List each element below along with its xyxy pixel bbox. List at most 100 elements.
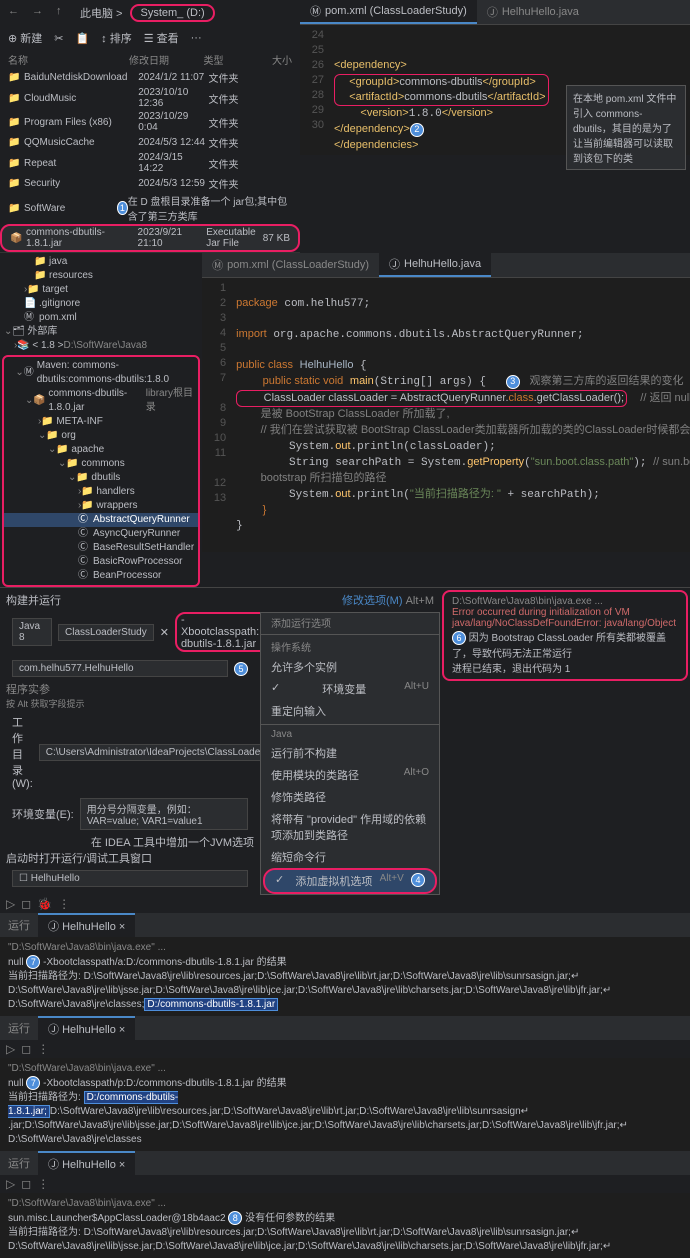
breadcrumb-drive[interactable]: System_ (D:) <box>130 4 214 22</box>
more-icon[interactable]: ⋮ <box>58 897 70 911</box>
workdir-input[interactable]: C:\Users\Administrator\IdeaProjects\Clas… <box>39 744 296 761</box>
menu-item[interactable]: 将带有 "provided" 作用域的依赖项添加到类路径 <box>261 808 439 846</box>
sort-button[interactable]: ↕ 排序 <box>101 30 132 46</box>
run-icon[interactable]: ▷ <box>6 1177 15 1191</box>
java-tabs: Ⓜ pom.xml (ClassLoaderStudy) Ⓙ HelhuHell… <box>202 253 690 278</box>
console-output-2[interactable]: "D:\SoftWare\Java8\bin\java.exe" ... nul… <box>0 1058 690 1151</box>
file-row[interactable]: 📁BaiduNetdiskDownload2024/1/2 11:07文件夹 <box>0 69 300 86</box>
file-row[interactable]: 📦commons-dbutils-1.8.1.jar2023/9/21 21:1… <box>0 224 300 252</box>
annotation-7a: 7 <box>26 955 40 969</box>
forward-icon[interactable]: → <box>32 5 48 21</box>
tree-node[interactable]: ⌄📁apache <box>4 443 198 457</box>
copy-button[interactable]: 📋 <box>75 30 89 46</box>
file-row[interactable]: 📁CloudMusic2023/10/10 12:36文件夹 <box>0 86 300 110</box>
options-context-menu: 添加运行选项 操作系统 允许多个实例环境变量Alt+U重定向输入 Java 运行… <box>260 612 440 895</box>
run-tab-bar-3: 运行 Ⓙ HelhuHello × <box>0 1151 690 1175</box>
stop-icon[interactable]: ◻ <box>21 1042 31 1056</box>
cut-button[interactable]: ✂ <box>54 30 63 46</box>
tree-node[interactable]: ›📁wrappers <box>4 499 198 513</box>
tab-pom-xml[interactable]: Ⓜ pom.xml (ClassLoaderStudy) <box>300 0 477 24</box>
main-class-input[interactable]: com.helhu577.HelhuHello <box>12 660 228 677</box>
env-label: 环境变量(E): <box>12 806 74 822</box>
module-select[interactable]: ClassLoaderStudy <box>58 624 154 641</box>
run-icon[interactable]: ▷ <box>6 1042 15 1056</box>
env-input[interactable]: 用分号分隔变量，例如：VAR=value; VAR1=value1 <box>80 798 248 830</box>
tree-node[interactable]: 📁resources <box>0 269 202 283</box>
tree-node[interactable]: ›📁target <box>0 283 202 297</box>
new-button[interactable]: ⊕ 新建 <box>8 30 42 46</box>
run-tab-bar-1: 运行 Ⓙ HelhuHello × <box>0 913 690 937</box>
back-icon[interactable]: ← <box>8 5 24 21</box>
idea-note: 在 IDEA 工具中增加一个JVM选项 <box>6 834 254 850</box>
more-button[interactable]: ··· <box>191 30 202 46</box>
tab-pom-xml-2[interactable]: Ⓜ pom.xml (ClassLoaderStudy) <box>202 253 379 277</box>
tree-node[interactable]: ⌄📁dbutils <box>4 471 198 485</box>
java-gutter: 12345678910111213 <box>202 278 232 552</box>
menu-item[interactable]: 环境变量Alt+U <box>261 678 439 700</box>
run-tab-2[interactable]: Ⓙ HelhuHello × <box>38 1016 135 1040</box>
file-row[interactable]: 📁SoftWare1 在 D 盘根目录准备一个 jar包;其中包含了第三方类库 <box>0 192 300 224</box>
menu-item[interactable]: 缩短命令行 <box>261 846 439 868</box>
tree-node[interactable]: ›📚< 1.8 > D:\SoftWare\Java8 <box>0 339 202 353</box>
run-tab-1[interactable]: Ⓙ HelhuHello × <box>38 913 135 937</box>
more-icon[interactable]: ⋮ <box>37 1042 49 1056</box>
up-icon[interactable]: ↑ <box>56 5 72 21</box>
tree-node[interactable]: ⌄🗂外部库 <box>0 325 202 339</box>
column-headers: 名称 修改日期 类型 大小 <box>0 50 300 69</box>
menu-item[interactable]: 添加虚拟机选项Alt+V4 <box>263 868 437 894</box>
xml-editor[interactable]: 24252627282930 <dependency> <groupId>com… <box>300 25 690 155</box>
tree-node[interactable]: ⌄📁org <box>4 429 198 443</box>
modify-options-link[interactable]: 修改选项(M) <box>342 595 403 607</box>
tree-node[interactable]: ⌄ⓂMaven: commons-dbutils:commons-dbutils… <box>4 359 198 387</box>
tab-helhuhello[interactable]: Ⓙ HelhuHello.java <box>477 0 589 24</box>
file-row[interactable]: 📁QQMusicCache2024/5/3 12:44文件夹 <box>0 134 300 151</box>
debug-icon[interactable]: 🐞 <box>37 897 52 911</box>
menu-item[interactable]: 重定向输入 <box>261 700 439 722</box>
run-tab-3[interactable]: Ⓙ HelhuHello × <box>38 1151 135 1175</box>
console-output-1[interactable]: "D:\SoftWare\Java8\bin\java.exe" ... nul… <box>0 937 690 1016</box>
menu-item[interactable]: 运行前不构建 <box>261 742 439 764</box>
tree-node[interactable]: ⌄📁commons <box>4 457 198 471</box>
menu-title: 添加运行选项 <box>261 613 439 632</box>
breadcrumb-prefix[interactable]: 此电脑 > <box>80 5 122 21</box>
stop-icon[interactable]: ◻ <box>21 897 31 911</box>
tree-node[interactable]: 📄.gitignore <box>0 297 202 311</box>
menu-item[interactable]: 修饰类路径 <box>261 786 439 808</box>
tree-node[interactable]: 📁java <box>0 255 202 269</box>
tab-helhuhello-2[interactable]: Ⓙ HelhuHello.java <box>379 253 491 277</box>
tree-node[interactable]: ⒸAbstractQueryRunner <box>4 513 198 527</box>
console-output-3[interactable]: "D:\SoftWare\Java8\bin\java.exe" ... sun… <box>0 1193 690 1258</box>
remove-button[interactable]: ✕ <box>160 626 169 639</box>
file-row[interactable]: 📁Repeat2024/3/15 14:22文件夹 <box>0 151 300 175</box>
tree-node[interactable]: Ⓜpom.xml <box>0 311 202 325</box>
xml-gutter: 24252627282930 <box>300 25 330 155</box>
menu-item[interactable]: 允许多个实例 <box>261 656 439 678</box>
java-editor[interactable]: 12345678910111213 package com.helhu577; … <box>202 278 690 552</box>
tree-node[interactable]: ›📁handlers <box>4 485 198 499</box>
file-explorer: ← → ↑ 此电脑 > System_ (D:) ⊕ 新建 ✂ 📋 ↕ 排序 ☰… <box>0 0 300 253</box>
run-config-panel: 构建并运行 Java 8 ClassLoaderStudy ✕ -Xbootcl… <box>0 588 260 895</box>
view-button[interactable]: ☰ 查看 <box>144 30 179 46</box>
open-tool-label: 启动时打开运行/调试工具窗口 <box>6 850 254 866</box>
run-icon[interactable]: ▷ <box>6 897 15 911</box>
tree-node[interactable]: ⌄📦commons-dbutils-1.8.0.jar library根目录 <box>4 387 198 415</box>
xml-tooltip: 在本地 pom.xml 文件中引入 commons-dbutils，其目的是为了… <box>566 85 686 170</box>
more-icon[interactable]: ⋮ <box>37 1177 49 1191</box>
tree-node[interactable]: ⒸBeanProcessor <box>4 569 198 583</box>
xml-tabs: Ⓜ pom.xml (ClassLoaderStudy) Ⓙ HelhuHell… <box>300 0 690 25</box>
tree-node[interactable]: ⒸBaseResultSetHandler <box>4 541 198 555</box>
tree-node[interactable]: ⒸAsyncQueryRunner <box>4 527 198 541</box>
tree-node[interactable]: ›📁META-INF <box>4 415 198 429</box>
tree-node[interactable]: ⒸBasicRowProcessor <box>4 555 198 569</box>
run-tab-input[interactable]: ☐ HelhuHello <box>12 870 248 887</box>
java-select[interactable]: Java 8 <box>12 618 52 646</box>
annotation-3: 3 <box>506 375 520 389</box>
stop-icon[interactable]: ◻ <box>21 1177 31 1191</box>
run-label: 运行 <box>0 914 38 936</box>
project-tree[interactable]: 📁java 📁resources›📁target 📄.gitignore Ⓜpo… <box>0 253 202 587</box>
menu-item[interactable]: 使用模块的类路径Alt+O <box>261 764 439 786</box>
file-row[interactable]: 📁Security2024/5/3 12:59文件夹 <box>0 175 300 192</box>
annotation-7b: 7 <box>26 1076 40 1090</box>
console-tools-3: ▷ ◻ ⋮ <box>0 1175 690 1193</box>
file-row[interactable]: 📁Program Files (x86)2023/10/29 0:04文件夹 <box>0 110 300 134</box>
